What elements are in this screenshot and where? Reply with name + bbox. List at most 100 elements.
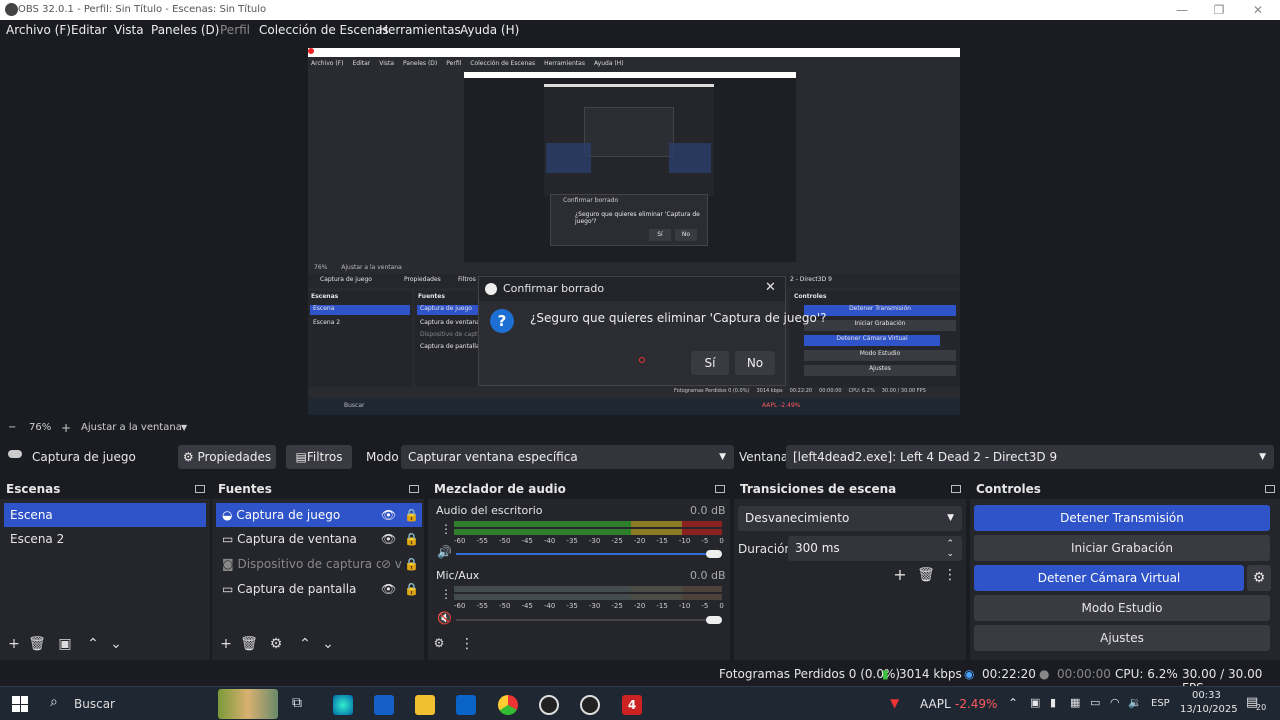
menu-herramientas[interactable]: Herramientas <box>379 23 461 37</box>
store-icon[interactable] <box>374 695 394 715</box>
trash-icon[interactable]: 🗑 <box>240 636 258 652</box>
stop-virtual-camera-button[interactable]: Detener Cámara Virtual <box>974 565 1244 591</box>
maximize-button[interactable]: ❐ <box>1209 3 1229 17</box>
more-vertical-icon[interactable]: ⋮ <box>941 567 959 583</box>
source-item[interactable]: ◒ Captura de juego 👁 🔒 <box>216 503 422 527</box>
close-button[interactable]: ✕ <box>1248 3 1268 17</box>
chevron-up-icon[interactable]: ⌃ <box>1008 696 1018 710</box>
gear-icon[interactable]: ⚙ <box>430 636 448 650</box>
volume-slider-handle[interactable] <box>706 550 722 558</box>
tray-app-icon[interactable]: ▣ <box>1030 696 1040 709</box>
more-vertical-icon[interactable]: ⋮ <box>440 587 452 601</box>
scene-item[interactable]: Escena <box>4 503 206 527</box>
arrow-up-icon[interactable]: ⌃ <box>296 636 314 652</box>
undock-icon[interactable] <box>715 485 725 493</box>
volume-slider[interactable] <box>456 619 718 621</box>
clock-date[interactable]: 13/10/2025 <box>1180 704 1238 715</box>
gear-icon[interactable]: ⚙ <box>1247 565 1271 591</box>
lock-icon[interactable]: 🔒 <box>404 552 419 576</box>
scene-item[interactable]: Escena 2 <box>4 527 206 551</box>
mode-select[interactable]: Capturar ventana específica ▼ <box>401 445 734 469</box>
tray-app-icon[interactable]: ▭ <box>1090 696 1100 709</box>
start-recording-button[interactable]: Iniciar Grabación <box>974 535 1270 561</box>
file-explorer-icon[interactable] <box>415 695 435 715</box>
menu-archivo[interactable]: Archivo (F) <box>6 23 71 37</box>
arrow-up-icon[interactable]: ⌃ <box>84 636 102 652</box>
nested-menu-item: Archivo (F) <box>311 60 344 67</box>
visibility-eye-icon[interactable]: 👁 <box>381 503 396 527</box>
studio-mode-button[interactable]: Modo Estudio <box>974 595 1270 621</box>
stop-streaming-button[interactable]: Detener Transmisión <box>974 505 1270 531</box>
arrow-down-icon[interactable]: ⌄ <box>319 636 337 652</box>
add-icon[interactable]: + <box>891 565 909 584</box>
menu-ayuda[interactable]: Ayuda (H) <box>460 23 519 37</box>
lock-icon[interactable]: 🔒 <box>404 527 419 551</box>
windows-start-icon[interactable] <box>12 696 28 712</box>
outlook-icon[interactable] <box>456 695 476 715</box>
task-view-icon[interactable]: ⧉ <box>292 695 302 711</box>
properties-button[interactable]: ⚙ Propiedades <box>178 445 276 469</box>
arrow-down-icon[interactable]: ⌄ <box>107 636 125 652</box>
undock-icon[interactable] <box>195 485 205 493</box>
stock-ticker[interactable]: AAPL <box>920 697 951 711</box>
obs-icon[interactable] <box>539 695 559 715</box>
edge-icon[interactable] <box>333 695 353 715</box>
source-item[interactable]: ▭ Captura de pantalla 👁 🔒 <box>216 577 422 601</box>
zoom-out-button[interactable]: − <box>8 422 16 433</box>
taskbar-search[interactable]: Buscar <box>74 697 115 711</box>
volume-slider[interactable] <box>456 553 718 555</box>
filter-icon[interactable]: ▣ <box>56 636 74 652</box>
language-indicator[interactable]: ESP <box>1151 698 1170 709</box>
visibility-eye-icon[interactable]: 👁 <box>381 577 396 601</box>
left4dead-icon[interactable]: 4 <box>622 695 642 715</box>
speaker-icon[interactable]: 🔊 <box>437 545 452 559</box>
dialog-close-button[interactable]: ✕ <box>765 280 776 295</box>
visibility-hidden-icon[interactable]: ⊘ <box>381 552 392 576</box>
no-button[interactable]: No <box>735 351 775 375</box>
add-icon[interactable]: + <box>217 636 235 652</box>
menu-paneles[interactable]: Paneles (D) <box>151 23 219 37</box>
lock-icon[interactable]: 🔒 <box>404 503 419 527</box>
minimize-button[interactable]: — <box>1172 3 1192 17</box>
more-vertical-icon[interactable]: ⋮ <box>440 522 452 536</box>
muted-speaker-icon[interactable]: 🔇 <box>437 611 452 625</box>
transition-select[interactable]: Desvanecimiento ▼ <box>738 506 962 531</box>
window-select[interactable]: [left4dead2.exe]: Left 4 Dead 2 - Direct… <box>786 445 1274 469</box>
filters-button[interactable]: ▤Filtros <box>286 445 352 469</box>
duration-spinbox[interactable]: 300 ms ⌃ ⌄ <box>788 536 962 561</box>
wifi-icon[interactable]: ◠ <box>1110 696 1120 709</box>
trash-icon[interactable]: 🗑 <box>917 567 935 583</box>
chevron-down-icon[interactable]: ⌄ <box>946 542 954 566</box>
gear-icon[interactable]: ⚙ <box>267 636 285 652</box>
clock-time[interactable]: 00:33 <box>1192 690 1221 701</box>
tick-label: -55 <box>476 602 488 610</box>
trash-icon[interactable]: 🗑 <box>28 636 46 652</box>
more-vertical-icon[interactable]: ⋮ <box>458 636 476 652</box>
undock-icon[interactable] <box>409 485 419 493</box>
menu-editar[interactable]: Editar <box>71 23 107 37</box>
controls-dock: Controles Detener Transmisión Iniciar Gr… <box>970 479 1280 660</box>
undock-icon[interactable] <box>1265 485 1275 493</box>
tray-app-icon[interactable]: ▦ <box>1070 696 1080 709</box>
volume-icon[interactable]: 🔉 <box>1128 696 1142 709</box>
settings-button[interactable]: Ajustes <box>974 625 1270 651</box>
volume-slider-handle[interactable] <box>706 616 722 624</box>
yes-button[interactable]: Sí <box>691 351 729 375</box>
lock-icon[interactable]: 🔒 <box>404 577 419 601</box>
menu-vista[interactable]: Vista <box>114 23 144 37</box>
zoom-in-button[interactable]: + <box>61 421 71 435</box>
visibility-eye-icon[interactable]: 👁 <box>381 527 396 551</box>
menu-coleccion[interactable]: Colección de Escenas <box>259 23 389 37</box>
fit-to-window-label[interactable]: Ajustar a la ventana <box>81 422 182 433</box>
obs-icon[interactable] <box>580 695 600 715</box>
tray-app-icon[interactable]: ▮ <box>1050 696 1056 709</box>
tick-label: -15 <box>656 602 668 610</box>
inner-no-button: No <box>675 229 697 241</box>
chrome-icon[interactable] <box>498 695 518 715</box>
source-item[interactable]: ▭ Captura de ventana 👁 🔒 <box>216 527 422 551</box>
undock-icon[interactable] <box>951 485 961 493</box>
source-item[interactable]: ◙ Dispositivo de captura de v ⊘ 🔒 <box>216 552 422 576</box>
menu-perfil[interactable]: Perfil <box>220 23 250 37</box>
zoom-dropdown-icon[interactable]: ▼ <box>181 423 187 432</box>
add-icon[interactable]: + <box>5 636 23 652</box>
